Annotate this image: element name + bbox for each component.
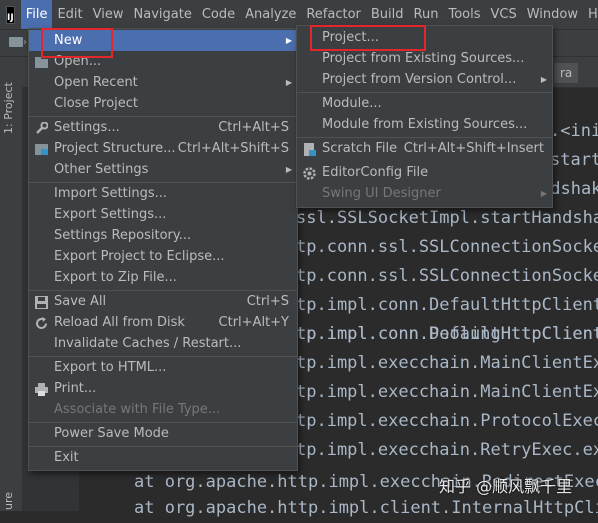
submenu-arrow-icon: ▶ <box>540 75 547 84</box>
code-line: .<ini <box>550 121 598 141</box>
menu-item-exit[interactable]: Exit <box>29 447 297 468</box>
menu-file[interactable]: File <box>20 0 53 29</box>
menu-item-project-structure[interactable]: Project Structure... Ctrl+Alt+Shift+S <box>29 138 297 159</box>
menu-item-module-existing-sources[interactable]: Module from Existing Sources... <box>297 114 552 135</box>
project-structure-icon <box>35 142 48 155</box>
menu-edit[interactable]: Edit <box>52 0 87 29</box>
code-line: tp.impl.conn.PoolingHttpClientC <box>296 324 598 344</box>
menu-item-settings[interactable]: Settings... Ctrl+Alt+S <box>29 117 297 138</box>
menu-code[interactable]: Code <box>197 0 240 29</box>
project-tool-window-button[interactable]: 1: Project <box>2 64 20 134</box>
project-folder-icon[interactable] <box>9 37 23 47</box>
wrench-icon <box>35 121 49 134</box>
code-line: tp.impl.execchain.MainClientExe <box>296 353 598 373</box>
menu-item-print[interactable]: Print... <box>29 378 297 399</box>
menu-item-project-version-control[interactable]: Project from Version Control... ▶ <box>297 69 552 90</box>
menu-item-close-project[interactable]: Close Project <box>29 93 297 114</box>
menu-item-reload-all[interactable]: Reload All from Disk Ctrl+Alt+Y <box>29 312 297 333</box>
code-line: tp.impl.conn.DefaultHttpClientC <box>296 295 598 315</box>
watermark: 知乎 @顺风飘千里 <box>439 477 573 496</box>
new-submenu-dropdown: Project... Project from Existing Sources… <box>296 25 553 208</box>
submenu-arrow-icon: ▶ <box>540 189 547 198</box>
intellij-logo-icon: IJ <box>6 5 15 24</box>
editor-tab[interactable]: ra <box>554 63 579 83</box>
menu-item-power-save-mode[interactable]: Power Save Mode <box>29 423 297 444</box>
menu-item-scratch-file[interactable]: Scratch File Ctrl+Alt+Shift+Insert <box>297 138 552 159</box>
code-line: tp.conn.ssl.SSLConnectionSocket <box>296 237 598 257</box>
menu-item-project-existing-sources[interactable]: Project from Existing Sources... <box>297 48 552 69</box>
refresh-icon <box>35 316 48 329</box>
chevron-right-icon: › <box>23 37 27 48</box>
submenu-arrow-icon: ▶ <box>285 36 292 45</box>
menu-item-save-all[interactable]: Save All Ctrl+S <box>29 291 297 312</box>
annotation-highlight-project <box>310 25 426 51</box>
menu-item-editorconfig-file[interactable]: EditorConfig File <box>297 162 552 183</box>
code-line: ssl.SSLSocketImpl.startHandshak <box>296 208 598 228</box>
menu-item-other-settings[interactable]: Other Settings ▶ <box>29 159 297 180</box>
annotation-highlight-new <box>41 28 113 58</box>
gear-icon <box>303 166 316 180</box>
code-line: tp.conn.ssl.SSLConnectionSocket <box>296 266 598 286</box>
menu-help[interactable]: He <box>583 0 598 29</box>
menu-item-invalidate-caches[interactable]: Invalidate Caches / Restart... <box>29 333 297 354</box>
scratch-file-icon <box>303 142 316 156</box>
submenu-arrow-icon: ▶ <box>285 165 292 174</box>
menu-item-new-module[interactable]: Module... <box>297 93 552 114</box>
printer-icon <box>35 382 48 396</box>
save-icon <box>35 295 48 309</box>
code-line: tp.impl.execchain.RetryExec.exe <box>296 440 598 460</box>
code-line: start( <box>550 150 598 170</box>
menu-item-export-zip[interactable]: Export to Zip File... <box>29 267 297 288</box>
menu-item-swing-ui-designer: Swing UI Designer ▶ <box>297 183 552 204</box>
code-line: tp.impl.execchain.ProtocolExec <box>296 411 598 431</box>
menu-item-import-settings[interactable]: Import Settings... <box>29 183 297 204</box>
code-line: tp.impl.execchain.MainClientExe <box>296 382 598 402</box>
file-menu-dropdown: New ▶ Open... Open Recent ▶ Close Project … <box>28 28 298 471</box>
code-line: at org.apache.http.impl.client.InternalH… <box>134 498 598 518</box>
menu-item-export-html[interactable]: Export to HTML... <box>29 357 297 378</box>
menu-item-associate-file-type: Associate with File Type... <box>54 402 221 417</box>
structure-tool-window-button[interactable]: ure <box>2 480 20 510</box>
menu-view[interactable]: View <box>88 0 129 29</box>
submenu-arrow-icon: ▶ <box>285 78 292 87</box>
menu-item-settings-repository[interactable]: Settings Repository... <box>29 225 297 246</box>
menu-analyze[interactable]: Analyze <box>240 0 301 29</box>
menu-item-export-eclipse[interactable]: Export Project to Eclipse... <box>29 246 297 267</box>
menu-navigate[interactable]: Navigate <box>129 0 197 29</box>
menu-item-export-settings[interactable]: Export Settings... <box>29 204 297 225</box>
menu-item-open-recent[interactable]: Open Recent ▶ <box>29 72 297 93</box>
